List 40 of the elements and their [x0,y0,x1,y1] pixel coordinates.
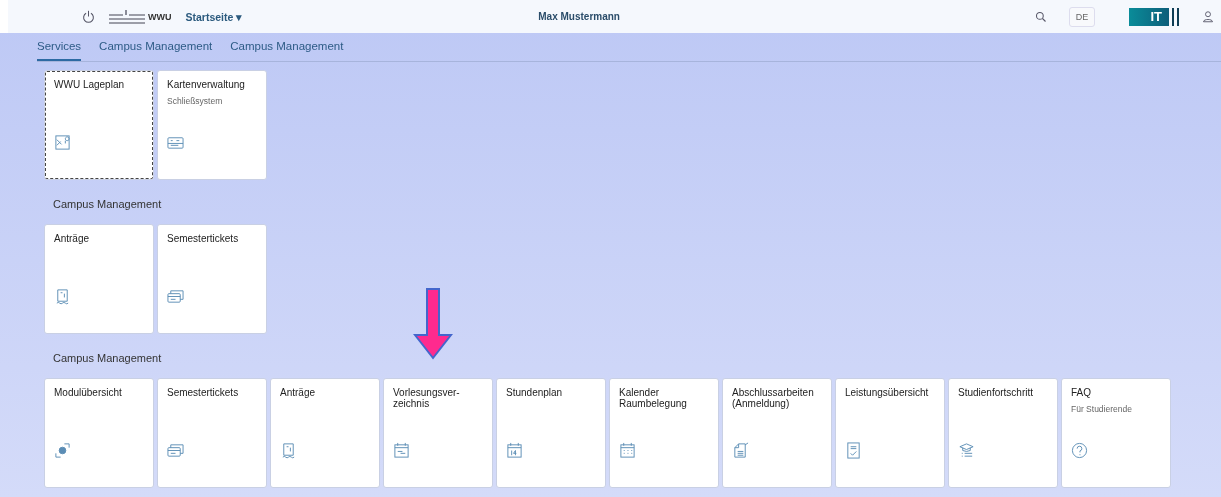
tile-title: FAQ [1071,387,1092,398]
tile-title: Kartenverwaltung [167,79,246,90]
tile[interactable]: WWU Lageplan [44,70,154,180]
tile-title: Abschlussarbeiten (Anmeldung) [732,387,815,409]
tile-title: Leistungsübersicht [845,387,930,398]
tile[interactable]: Anträge [270,378,380,488]
section-heading: Campus Management [52,351,163,366]
section-heading: Campus Management [52,197,163,212]
app-title-menu[interactable]: Startseite ▾ [185,10,243,23]
tile-title: Vorlesungsver- zeichnis [393,387,461,409]
tile-subtitle: Für Studierende [1071,404,1133,414]
tile[interactable]: FAQ Für Studierende [1061,378,1171,488]
tile[interactable]: Abschlussarbeiten (Anmeldung) [722,378,832,488]
tab[interactable]: Services [37,40,82,61]
brand-logo: IT [1128,7,1169,26]
language-button[interactable]: DE [1068,6,1095,27]
tile[interactable]: Stundenplan [496,378,606,488]
tile-title: Anträge [54,233,91,244]
tile[interactable]: Kartenverwaltung Schließsystem [157,70,267,180]
tile[interactable]: Studienfortschritt [948,378,1058,488]
tile-title: Studienfortschritt [958,387,1035,398]
tile-title: Stundenplan [506,387,564,398]
tile-title: WWU Lageplan [54,79,126,90]
tile[interactable]: Modulübersicht [44,378,154,488]
tile[interactable]: Semestertickets [157,378,267,488]
user-name: Max Mustermann [538,11,620,22]
logo-text: WWU [148,11,172,22]
tile-title: Semestertickets [167,233,240,244]
tab[interactable]: Campus Management [99,40,213,61]
tile[interactable]: Anträge [44,224,154,334]
tile-title: Kalender Raumbelegung [619,387,688,409]
tile[interactable]: Semestertickets [157,224,267,334]
tile[interactable]: Vorlesungsver- zeichnis [383,378,493,488]
tile[interactable]: Leistungsübersicht [835,378,945,488]
tile-title: Modulübersicht [54,387,123,398]
tile[interactable]: Kalender Raumbelegung [609,378,719,488]
tile-title: Anträge [280,387,317,398]
tab[interactable]: Campus Management [230,40,344,61]
tile-title: Semestertickets [167,387,240,398]
tile-subtitle: Schließsystem [167,96,224,106]
